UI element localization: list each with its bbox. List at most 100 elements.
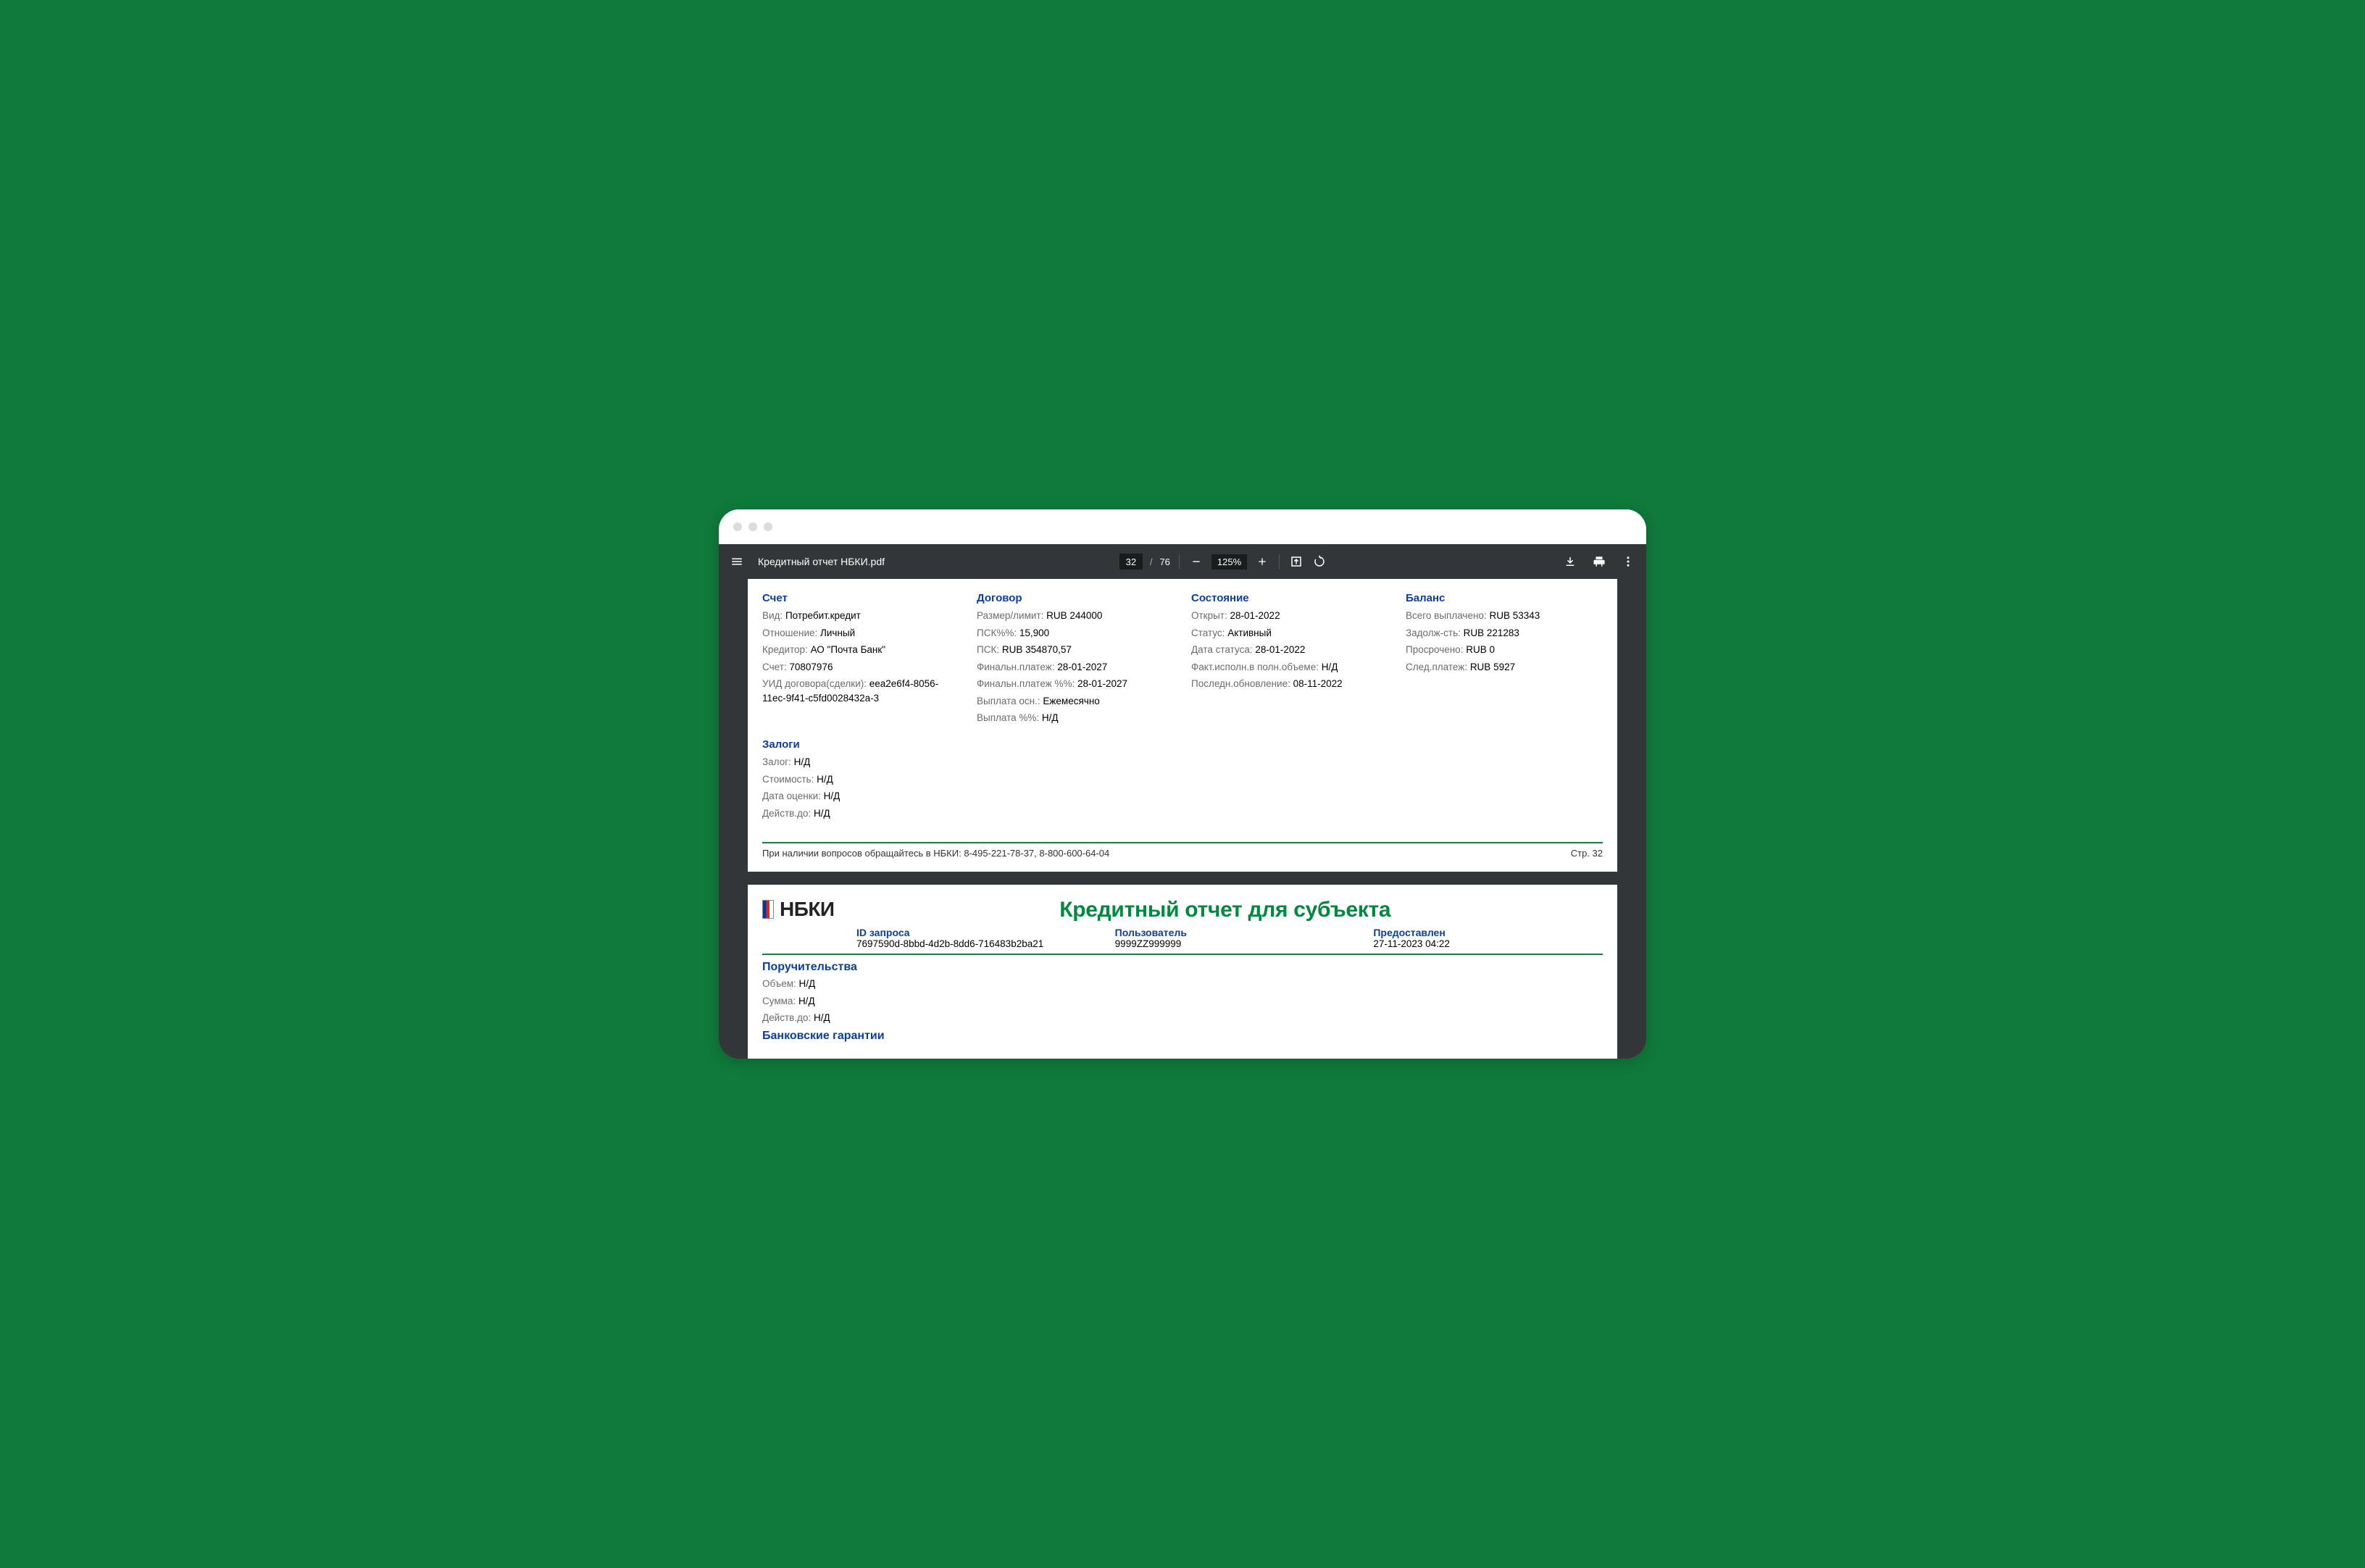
label: УИД договора(сделки): — [762, 678, 867, 689]
section-pledges: Залоги Залог: Н/Д Стоимость: Н/Д Дата оц… — [762, 738, 1603, 820]
meta-label: Пользователь — [1115, 927, 1345, 938]
rotate-icon[interactable] — [1311, 554, 1327, 570]
value: Н/Д — [814, 1012, 830, 1023]
value: 70807976 — [789, 662, 833, 672]
page-number-input[interactable] — [1119, 554, 1143, 570]
label: ПСК%%: — [977, 627, 1017, 638]
section-balance: Баланс Всего выплачено: RUB 53343 Задолж… — [1406, 592, 1603, 728]
value: Н/Д — [824, 791, 841, 801]
section-account: Счет Вид: Потребит.кредит Отношение: Лич… — [762, 592, 959, 728]
label: Открыт: — [1191, 610, 1227, 621]
value: Ежемесячно — [1043, 696, 1099, 706]
value: Личный — [820, 627, 855, 638]
contract-title: Договор — [977, 592, 1174, 604]
report-title: Кредитный отчет для субъекта — [848, 898, 1603, 922]
traffic-light-zoom[interactable] — [764, 522, 772, 531]
pdf-page-33: НБКИ Кредитный отчет для субъекта ID зап… — [748, 885, 1617, 1059]
document-filename: Кредитный отчет НБКИ.pdf — [758, 556, 885, 567]
value: Н/Д — [799, 978, 816, 989]
zoom-out-button[interactable] — [1188, 554, 1204, 570]
value: RUB 221283 — [1464, 627, 1519, 638]
value: Н/Д — [798, 996, 815, 1006]
value: RUB 244000 — [1046, 610, 1102, 621]
label: Действ.до: — [762, 808, 811, 819]
value: 28-01-2022 — [1255, 644, 1305, 655]
logo-text: НБКИ — [780, 898, 835, 921]
pdf-pages-container[interactable]: Счет Вид: Потребит.кредит Отношение: Лич… — [719, 579, 1646, 1059]
page-footer: При наличии вопросов обращайтесь в НБКИ:… — [762, 842, 1603, 859]
toolbar-divider — [1279, 554, 1280, 569]
label: Объем: — [762, 978, 796, 989]
label: Последн.обновление: — [1191, 678, 1290, 689]
pdf-toolbar: Кредитный отчет НБКИ.pdf / 76 125% — [719, 544, 1646, 579]
section-surety: Поручительства Объем: Н/Д Сумма: Н/Д Дей… — [762, 961, 1603, 1025]
zoom-in-button[interactable] — [1254, 554, 1270, 570]
traffic-light-close[interactable] — [733, 522, 742, 531]
balance-title: Баланс — [1406, 592, 1603, 604]
section-status: Состояние Открыт: 28-01-2022 Статус: Акт… — [1191, 592, 1388, 728]
flag-icon — [762, 900, 774, 919]
label: Отношение: — [762, 627, 817, 638]
meta-label: Предоставлен — [1373, 927, 1603, 938]
pledges-title: Залоги — [762, 738, 1603, 751]
value: Потребит.кредит — [785, 610, 861, 621]
footer-contact: При наличии вопросов обращайтесь в НБКИ:… — [762, 848, 1109, 859]
label: Финальн.платеж %%: — [977, 678, 1075, 689]
value: Н/Д — [1322, 662, 1338, 672]
nbki-logo: НБКИ — [762, 898, 835, 921]
status-title: Состояние — [1191, 592, 1388, 604]
download-icon[interactable] — [1562, 554, 1578, 570]
value: 28-01-2022 — [1230, 610, 1280, 621]
label: След.платеж: — [1406, 662, 1467, 672]
label: Выплата осн.: — [977, 696, 1040, 706]
label: Всего выплачено: — [1406, 610, 1487, 621]
label: Счет: — [762, 662, 787, 672]
account-title: Счет — [762, 592, 959, 604]
label: Задолж-сть: — [1406, 627, 1461, 638]
value: RUB 53343 — [1489, 610, 1540, 621]
print-icon[interactable] — [1591, 554, 1607, 570]
page-total: 76 — [1159, 556, 1169, 567]
menu-icon[interactable] — [729, 554, 745, 570]
value: 08-11-2022 — [1293, 678, 1343, 689]
meta-label: ID запроса — [856, 927, 1086, 938]
surety-title: Поручительства — [762, 961, 1603, 974]
value: Н/Д — [1042, 712, 1059, 723]
fit-page-icon[interactable] — [1288, 554, 1304, 570]
toolbar-divider — [1179, 554, 1180, 569]
value: 28-01-2027 — [1077, 678, 1127, 689]
label: Кредитор: — [762, 644, 808, 655]
label: Выплата %%: — [977, 712, 1039, 723]
label: Размер/лимит: — [977, 610, 1043, 621]
report-header: НБКИ Кредитный отчет для субъекта — [762, 898, 1603, 922]
label: Финальн.платеж: — [977, 662, 1054, 672]
value: Н/Д — [814, 808, 830, 819]
value: RUB 0 — [1466, 644, 1495, 655]
value: Н/Д — [794, 756, 811, 767]
zoom-level: 125% — [1211, 554, 1247, 570]
label: Стоимость: — [762, 774, 814, 785]
value: RUB 354870,57 — [1002, 644, 1072, 655]
label: Факт.исполн.в полн.объеме: — [1191, 662, 1319, 672]
browser-window: Кредитный отчет НБКИ.pdf / 76 125% — [719, 509, 1646, 1059]
meta-value: 9999ZZ999999 — [1115, 938, 1345, 949]
label: Статус: — [1191, 627, 1225, 638]
label: Дата статуса: — [1191, 644, 1253, 655]
value: Н/Д — [817, 774, 833, 785]
value: RUB 5927 — [1470, 662, 1515, 672]
label: Сумма: — [762, 996, 796, 1006]
section-contract: Договор Размер/лимит: RUB 244000 ПСК%%: … — [977, 592, 1174, 728]
value: АО "Почта Банк" — [811, 644, 886, 655]
window-titlebar — [719, 509, 1646, 544]
label: ПСК: — [977, 644, 999, 655]
page-separator: / — [1150, 556, 1153, 567]
label: Просрочено: — [1406, 644, 1463, 655]
label: Залог: — [762, 756, 791, 767]
traffic-light-minimize[interactable] — [748, 522, 757, 531]
more-icon[interactable] — [1620, 554, 1636, 570]
value: Активный — [1227, 627, 1272, 638]
divider — [762, 954, 1603, 955]
bank-guarantees-title: Банковские гарантии — [762, 1030, 1603, 1043]
label: Действ.до: — [762, 1012, 811, 1023]
label: Вид: — [762, 610, 783, 621]
